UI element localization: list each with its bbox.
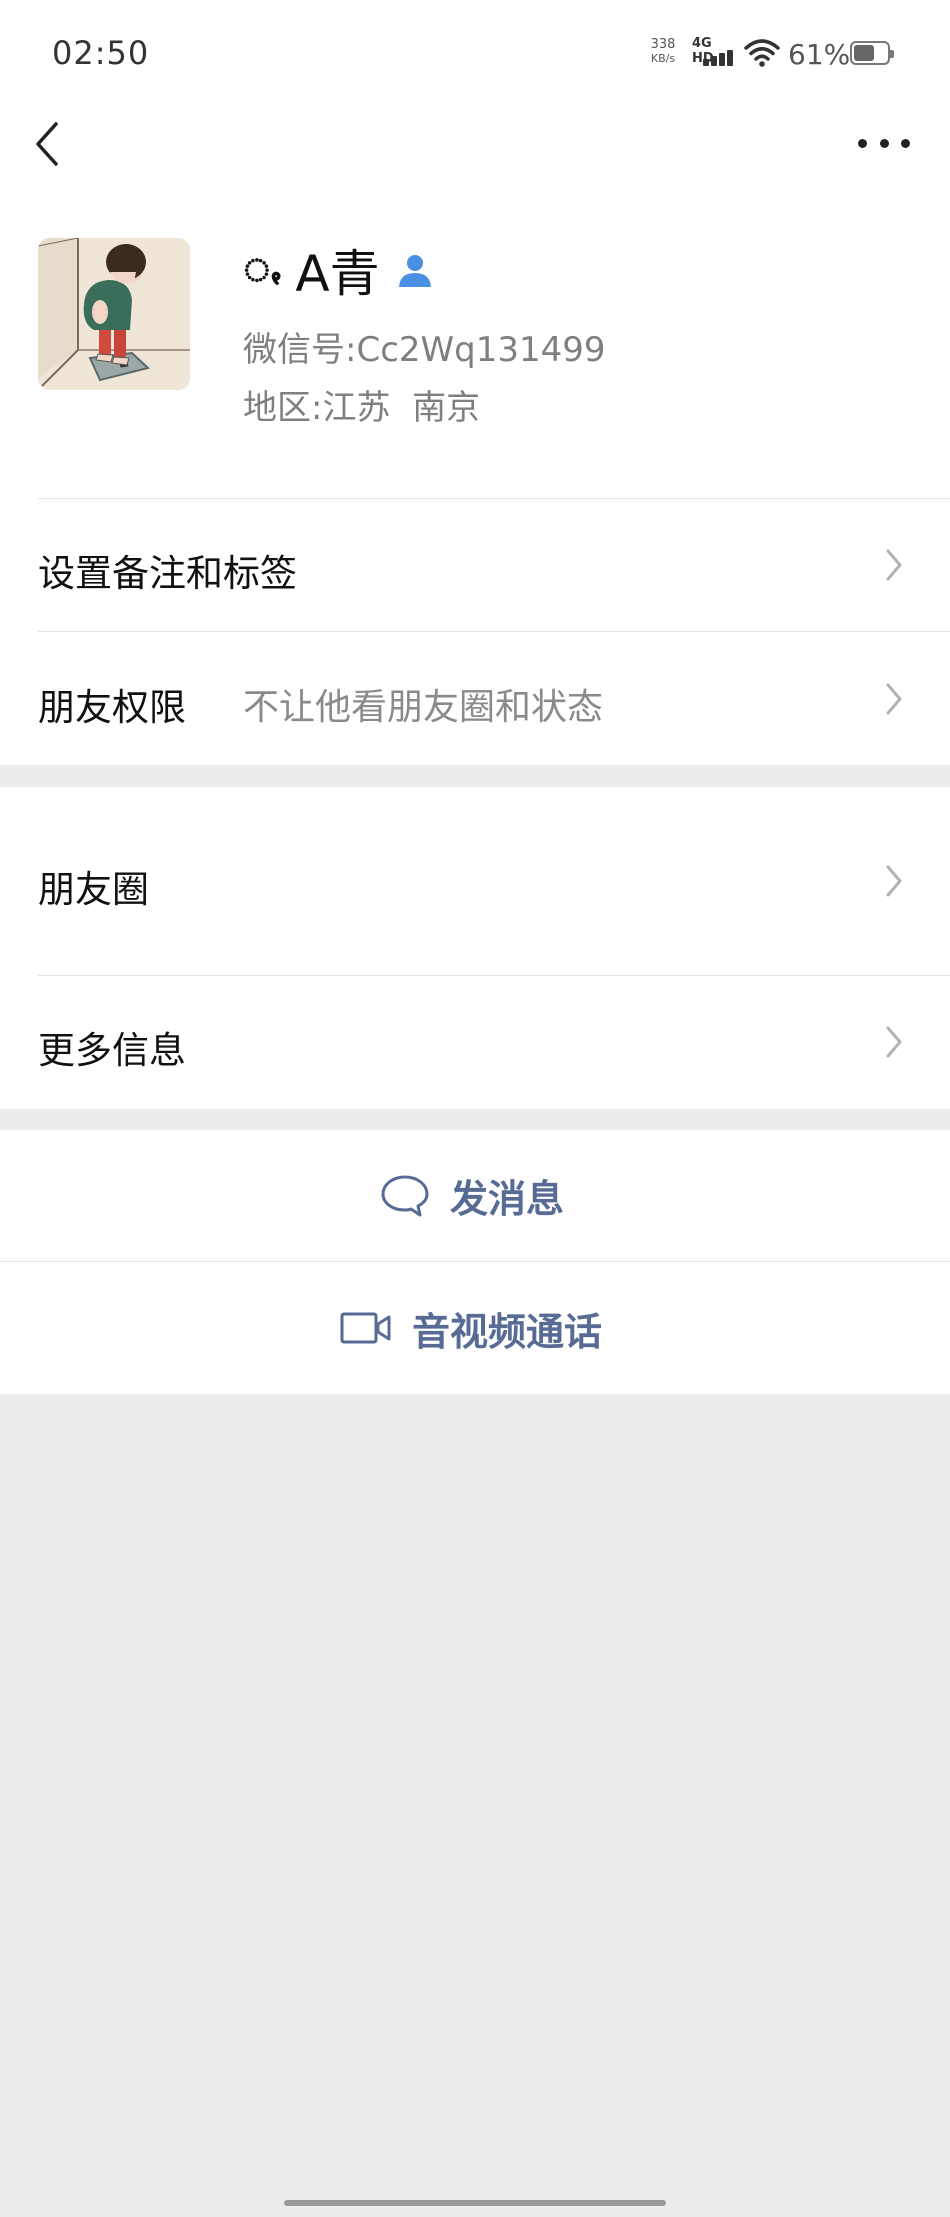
- chevron-right-icon: [886, 865, 902, 897]
- contact-name: A青: [295, 245, 380, 303]
- set-remark-tags-row[interactable]: 设置备注和标签: [0, 499, 950, 631]
- video-camera-icon: [340, 1312, 391, 1344]
- av-call-button[interactable]: 音视频通话: [0, 1262, 950, 1394]
- network-speed-value: 338: [650, 37, 676, 52]
- send-message-label: 发消息: [450, 1177, 565, 1221]
- back-button[interactable]: [28, 118, 68, 170]
- region-value: 江苏 南京: [322, 388, 481, 428]
- battery-percent: 61%: [788, 38, 851, 71]
- wechat-id-label: 微信号:: [243, 330, 357, 370]
- network-speed: 338 KB/s: [645, 38, 681, 66]
- send-message-button[interactable]: 发消息: [0, 1130, 950, 1261]
- wechat-id-value: Cc2Wq131499: [356, 330, 606, 370]
- wechat-id: 微信号:Cc2Wq131499: [243, 322, 606, 371]
- chevron-right-icon: [886, 549, 902, 581]
- name-symbol: ꩻ: [243, 240, 282, 291]
- more-info-row[interactable]: 更多信息: [0, 976, 950, 1109]
- av-call-label: 音视频通话: [412, 1309, 603, 1354]
- moments-row[interactable]: 朋友圈: [0, 787, 950, 975]
- friend-permissions-value: 不让他看朋友圈和状态: [243, 687, 604, 728]
- set-remark-tags-label: 设置备注和标签: [38, 552, 297, 595]
- region-label: 地区:: [243, 388, 323, 428]
- battery-icon: [850, 41, 894, 65]
- wifi-icon: [744, 38, 780, 68]
- status-bar: 02:50 338 KB/s 4G HD 61%: [0, 0, 950, 110]
- avatar[interactable]: [38, 238, 190, 390]
- chat-bubble-icon: [381, 1175, 429, 1216]
- contact-person-icon: [398, 255, 431, 287]
- moments-label: 朋友圈: [38, 868, 149, 911]
- contact-name-row: ꩻ A青: [243, 240, 434, 303]
- network-speed-unit: KB/s: [650, 52, 676, 65]
- region: 地区:江苏 南京: [243, 380, 480, 429]
- friend-permissions-row[interactable]: 朋友权限 不让他看朋友圈和状态: [0, 632, 950, 765]
- more-dots-icon: [858, 138, 867, 148]
- chevron-right-icon: [886, 683, 902, 715]
- status-time: 02:50: [52, 34, 150, 72]
- chevron-left-icon: [36, 122, 58, 166]
- more-options-button[interactable]: [858, 128, 910, 158]
- chevron-right-icon: [886, 1026, 902, 1058]
- cellular-signal-icon: 4G HD: [690, 36, 736, 68]
- more-info-label: 更多信息: [38, 1029, 186, 1072]
- home-indicator[interactable]: [284, 2200, 666, 2206]
- contact-profile-page: 02:50 338 KB/s 4G HD 61%: [0, 0, 950, 2217]
- friend-permissions-label: 朋友权限: [38, 686, 186, 729]
